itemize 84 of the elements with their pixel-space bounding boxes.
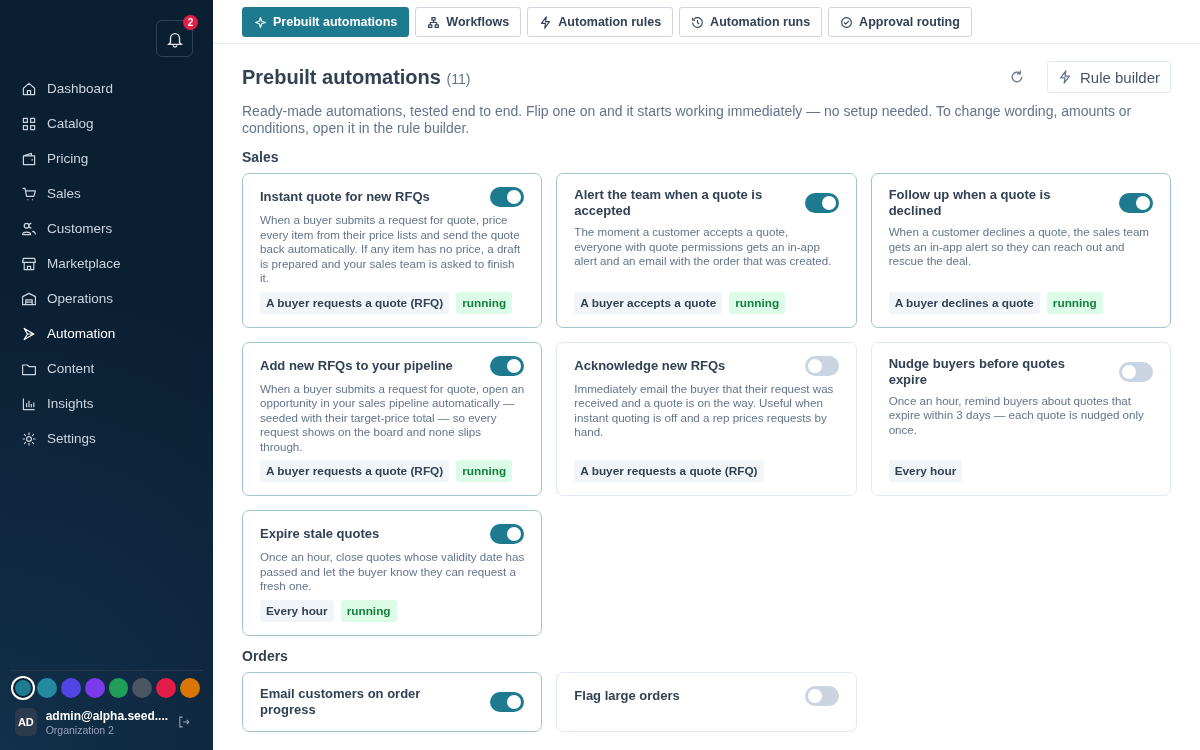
- nav-item[interactable]: Content: [14, 351, 199, 386]
- user-avatar: AD: [15, 708, 37, 736]
- theme-swatch[interactable]: [60, 678, 81, 698]
- card-description: Once an hour, remind buyers about quotes that expire within 3 days — each quote is nudged only once.: [888, 393, 1145, 438]
- card-title: Flag large orders: [574, 687, 680, 704]
- card-title: Email customers on order progress: [260, 685, 422, 718]
- nav-item[interactable]: Settings: [14, 421, 199, 456]
- toggle-switch[interactable]: [490, 355, 525, 376]
- section-title: Orders: [242, 647, 289, 664]
- tab[interactable]: Automation rules: [527, 7, 674, 37]
- card-description: Immediately email the buyer that their request was received and a quote is on the way. Useful when instant quoting is off and a rep prices requests by hand.: [574, 381, 835, 440]
- nav-item[interactable]: Marketplace: [14, 246, 199, 281]
- card-description: When a buyer submits a request for quote, price every item from their price lists and send the quote back automatically. If any item has no price, a draft is prepared and your sales team is asked to finish it.: [260, 213, 522, 286]
- theme-swatch[interactable]: [108, 678, 129, 698]
- trigger-tag: A buyer requests a quote (RFQ): [260, 291, 450, 314]
- theme-swatch[interactable]: [180, 678, 200, 698]
- card-description: When a customer declines a quote, the sales team gets an in-app alert so they can reach out and rescue the deal.: [888, 225, 1150, 269]
- bar-chart-icon: [21, 395, 37, 412]
- card-description: The moment a customer accepts a quote, everyone with quote permissions gets an in-app alert and an email with the order that was created.: [574, 225, 833, 269]
- card-title: Follow up when a quote is declined: [888, 187, 1052, 219]
- organization-name: Organization 2: [45, 723, 115, 736]
- trigger-tag: Every hour: [888, 460, 963, 482]
- automation-count: (11): [446, 70, 471, 87]
- toggle-switch[interactable]: [490, 187, 525, 207]
- page-description: Ready-made automations, tested end to end. Flip one on and it starts working immediately — no setup needed. To change wording, amounts or conditions, open it in the rule builder.: [242, 103, 1133, 137]
- card-description: When a buyer submits a request for quote, open an opportunity in your sales pipeline automatically — seeded with their target-price total — so every request shows on the board and none slips through.: [260, 381, 525, 454]
- lightning-icon: [539, 15, 553, 29]
- card-title: Expire stale quotes: [260, 526, 380, 542]
- status-badge: running: [1046, 291, 1103, 314]
- hierarchy-icon: [427, 15, 441, 29]
- toggle-switch[interactable]: [804, 355, 839, 376]
- status-badge: running: [729, 291, 786, 314]
- toggle-switch[interactable]: [1119, 193, 1153, 213]
- toggle-switch[interactable]: [804, 685, 839, 706]
- tab[interactable]: Approval routing: [828, 7, 972, 37]
- store-icon: [21, 255, 37, 272]
- nav-item[interactable]: Operations: [14, 281, 199, 316]
- card-title: Instant quote for new RFQs: [260, 189, 430, 205]
- trigger-tag: A buyer requests a quote (RFQ): [260, 460, 450, 482]
- lightning-icon: [1057, 70, 1072, 84]
- card-title: Acknowledge new RFQs: [574, 357, 726, 374]
- sparkle-icon: [254, 15, 267, 29]
- cart-icon: [21, 185, 37, 202]
- section-title: Sales: [242, 149, 280, 165]
- trigger-tag: A buyer declines a quote: [888, 291, 1040, 314]
- tab[interactable]: Workflows: [415, 7, 522, 37]
- card-title: Alert the team when a quote is accepted: [574, 187, 764, 219]
- warehouse-icon: [21, 290, 37, 307]
- card-description: Once an hour, close quotes whose validity date has passed and let the buyer know they can request a fresh one.: [260, 550, 525, 594]
- nav-item[interactable]: Customers: [14, 211, 199, 246]
- toggle-switch[interactable]: [490, 524, 525, 544]
- theme-swatch[interactable]: [132, 678, 153, 698]
- nav-item[interactable]: Catalog: [14, 106, 199, 141]
- trigger-tag: A buyer requests a quote (RFQ): [574, 460, 764, 482]
- nav-item[interactable]: Pricing: [14, 141, 199, 176]
- rule-builder-button[interactable]: Rule builder: [1046, 61, 1171, 93]
- user-email: admin@alpha.seed....: [45, 708, 169, 723]
- theme-swatch[interactable]: [84, 678, 105, 698]
- nav-item[interactable]: Dashboard: [14, 71, 199, 106]
- nav-item[interactable]: Automation: [14, 316, 199, 351]
- history-icon: [691, 15, 705, 29]
- tab[interactable]: Automation runs: [679, 7, 823, 37]
- status-badge: running: [456, 291, 513, 314]
- tab[interactable]: Prebuilt automations: [242, 7, 410, 37]
- page-title: Prebuilt automations: [242, 65, 441, 88]
- toggle-switch[interactable]: [1119, 361, 1153, 382]
- house-icon: [21, 80, 37, 97]
- nav-item[interactable]: Sales: [14, 176, 199, 211]
- status-badge: running: [456, 460, 513, 482]
- toggle-switch[interactable]: [804, 193, 839, 213]
- trigger-tag: Every hour: [260, 599, 334, 622]
- toggle-switch[interactable]: [490, 691, 525, 712]
- card-title: Add new RFQs to your pipeline: [260, 357, 453, 374]
- card-title: Nudge buyers before quotes expire: [888, 355, 1066, 388]
- trigger-tag: A buyer accepts a quote: [574, 291, 723, 314]
- logout-icon[interactable]: [177, 713, 191, 731]
- theme-swatch[interactable]: [13, 678, 33, 698]
- wallet-icon: [21, 150, 37, 167]
- status-badge: running: [340, 599, 397, 622]
- nav-item[interactable]: Insights: [14, 386, 199, 421]
- grid-icon: [21, 115, 37, 132]
- notification-count: 2: [183, 15, 198, 30]
- theme-swatch[interactable]: [156, 678, 177, 698]
- theme-swatch[interactable]: [36, 678, 57, 698]
